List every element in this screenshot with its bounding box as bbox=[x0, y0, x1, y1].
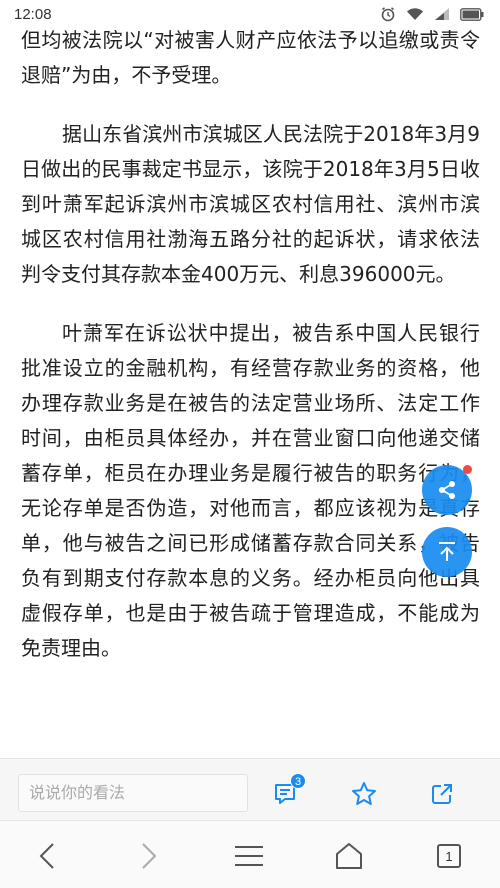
share-button[interactable] bbox=[427, 779, 457, 809]
share-icon bbox=[439, 481, 455, 499]
signal-icon bbox=[434, 7, 450, 21]
comment-bar: 说说你的看法 3 bbox=[0, 758, 500, 820]
comments-button[interactable]: 3 bbox=[270, 773, 306, 809]
share-external-icon bbox=[432, 784, 452, 804]
menu-icon bbox=[235, 846, 263, 866]
arrow-up-icon bbox=[439, 542, 455, 561]
article-paragraph: 但均被法院以“对被害人财产应依法予以追缴或责令退赔”为由，不予受理。 bbox=[21, 28, 480, 87]
floating-share-button[interactable] bbox=[422, 465, 472, 515]
favorite-button[interactable] bbox=[349, 779, 379, 809]
chevron-left-icon bbox=[39, 843, 54, 869]
browser-nav-bar: 1 bbox=[0, 820, 500, 888]
comment-input[interactable]: 说说你的看法 bbox=[18, 774, 248, 812]
comment-count-badge: 3 bbox=[290, 773, 306, 789]
home-icon bbox=[336, 843, 362, 869]
back-button[interactable] bbox=[30, 839, 64, 873]
article-paragraph: 叶萧军在诉讼状中提出，被告系中国人民银行批准设立的金融机构，有经营存款业务的资格… bbox=[21, 321, 480, 660]
home-button[interactable] bbox=[332, 839, 366, 873]
forward-button[interactable] bbox=[132, 839, 166, 873]
star-icon bbox=[352, 782, 376, 805]
wifi-icon bbox=[406, 7, 424, 21]
chevron-right-icon bbox=[142, 843, 157, 869]
menu-button[interactable] bbox=[232, 839, 266, 873]
tabs-button[interactable]: 1 bbox=[432, 839, 466, 873]
article-paragraph: 据山东省滨州市滨城区人民法院于2018年3月9日做出的民事裁定书显示，该院于20… bbox=[21, 122, 480, 286]
back-to-top-button[interactable] bbox=[422, 527, 472, 577]
battery-icon bbox=[460, 7, 484, 21]
article-body: 但均被法院以“对被害人财产应依法予以追缴或责令退赔”为由，不予受理。 据山东省滨… bbox=[0, 20, 500, 758]
tab-count: 1 bbox=[437, 844, 461, 868]
notification-dot bbox=[463, 465, 472, 474]
